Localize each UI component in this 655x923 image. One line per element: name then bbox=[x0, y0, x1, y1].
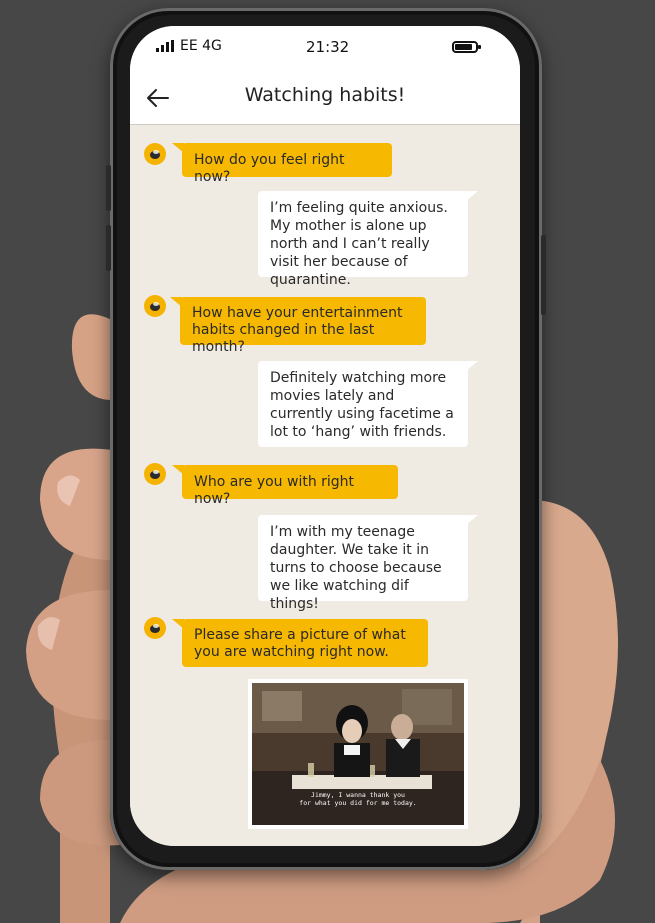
message-bubble-bot: How have your entertainment habits chang… bbox=[170, 297, 426, 355]
carrier-label: EE 4G bbox=[180, 38, 222, 54]
message-bubble-user: Definitely watching more movies lately a… bbox=[258, 361, 478, 447]
subtitle-line: Jimmy, I wanna thank you bbox=[311, 791, 405, 799]
bot-avatar-icon bbox=[144, 617, 166, 639]
message-text: Definitely watching more movies lately a… bbox=[270, 370, 454, 440]
page-title: Watching habits! bbox=[244, 84, 406, 106]
message-bubble-bot: How do you feel right now? bbox=[172, 143, 392, 185]
status-time: 21:32 bbox=[306, 38, 350, 56]
message-bubble-bot: Please share a picture of what you are w… bbox=[172, 619, 428, 667]
message-text: I’m with my teenage daughter. We take it… bbox=[270, 524, 442, 612]
phone-side-button bbox=[106, 225, 111, 271]
bot-avatar-icon bbox=[144, 143, 166, 165]
message-bubble-user: I’m feeling quite anxious. My mother is … bbox=[258, 191, 478, 288]
message-text: I’m feeling quite anxious. My mother is … bbox=[270, 200, 448, 288]
shared-photo[interactable]: Jimmy, I wanna thank you for what you di… bbox=[248, 679, 468, 829]
message-text: How have your entertainment habits chang… bbox=[192, 305, 403, 355]
message-bubble-bot: Who are you with right now? bbox=[172, 465, 398, 507]
subtitle-line: for what you did for me today. bbox=[299, 799, 417, 807]
header-bar: Watching habits! bbox=[130, 72, 520, 125]
message-text: How do you feel right now? bbox=[194, 152, 345, 185]
signal-icon bbox=[156, 40, 174, 52]
message-text: Please share a picture of what you are w… bbox=[194, 627, 406, 660]
chat-thread: How do you feel right now? I’m feeling q… bbox=[130, 125, 520, 846]
battery-icon bbox=[452, 41, 481, 53]
bot-avatar-icon bbox=[144, 463, 166, 485]
photo-subtitle: Jimmy, I wanna thank you for what you di… bbox=[252, 791, 464, 807]
message-text: Who are you with right now? bbox=[194, 474, 355, 507]
message-bubble-user: I’m with my teenage daughter. We take it… bbox=[258, 515, 478, 612]
phone-screen: EE 4G 21:32 Watching habits! How do you … bbox=[130, 26, 520, 846]
bot-avatar-icon bbox=[144, 295, 166, 317]
phone-side-button bbox=[541, 235, 546, 315]
phone-side-button bbox=[106, 165, 111, 211]
status-bar: EE 4G 21:32 bbox=[130, 26, 520, 72]
